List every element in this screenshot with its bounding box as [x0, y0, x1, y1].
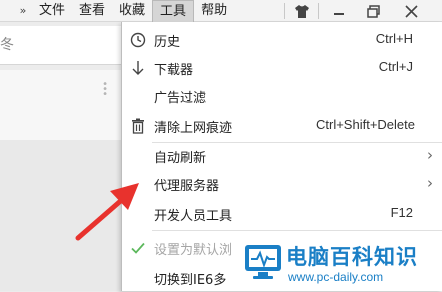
menu-tools[interactable]: 工具	[152, 0, 195, 22]
menu-favorites[interactable]: 收藏	[112, 0, 152, 22]
menubar-divider	[284, 3, 285, 19]
close-icon	[404, 4, 418, 18]
menu-item-label: 清除上网痕迹	[154, 121, 233, 136]
restore-button[interactable]	[358, 0, 388, 22]
monitor-logo-icon	[245, 245, 281, 279]
menu-item-shortcut: Ctrl+H	[375, 31, 413, 46]
submenu-chevron-icon: ›	[427, 174, 433, 192]
content-area	[0, 140, 122, 291]
clock-icon	[130, 32, 146, 48]
menu-item-clear-browsing-data[interactable]: 清除上网痕迹 Ctrl+Shift+Delete	[122, 112, 442, 140]
menu-file[interactable]: 文件	[32, 0, 72, 22]
address-bar-text: 冬	[0, 37, 14, 53]
menu-item-ad-filter[interactable]: 广告过滤	[122, 82, 442, 110]
minimize-button[interactable]	[324, 0, 354, 22]
watermark-title: 电脑百科知识	[286, 245, 418, 269]
window-controls-divider	[318, 3, 319, 19]
menu-help[interactable]: 帮助	[194, 0, 234, 22]
skin-button[interactable]	[287, 0, 317, 22]
menu-item-proxy-server[interactable]: 代理服务器 ›	[122, 170, 442, 198]
menu-overflow-icon[interactable]: »	[14, 4, 32, 17]
menu-item-shortcut: Ctrl+J	[378, 59, 413, 74]
submenu-chevron-icon: ›	[427, 146, 433, 164]
address-bar[interactable]: 冬	[0, 26, 122, 65]
trash-icon	[130, 118, 146, 134]
menu-view[interactable]: 查看	[72, 0, 112, 22]
more-options-icon[interactable]: • • •	[102, 80, 108, 100]
menu-item-downloads[interactable]: 下载器 Ctrl+J	[122, 54, 442, 82]
tshirt-icon	[295, 4, 309, 18]
watermark-url: www.pc-daily.com	[288, 270, 384, 284]
menu-item-history[interactable]: 历史 Ctrl+H	[122, 26, 442, 54]
restore-icon	[366, 4, 380, 18]
menu-item-label: 切换到IE6多	[154, 273, 227, 288]
menu-item-label: 历史	[154, 35, 181, 50]
download-arrow-icon	[130, 60, 146, 76]
menu-item-shortcut: F12	[390, 205, 413, 220]
checkmark-icon	[130, 240, 146, 256]
menu-item-label: 设置为默认浏	[154, 243, 233, 258]
menu-item-auto-refresh[interactable]: 自动刷新 ›	[122, 142, 442, 170]
watermark: 电脑百科知识 www.pc-daily.com	[240, 237, 442, 291]
menu-item-label: 自动刷新	[154, 151, 207, 166]
close-button[interactable]	[396, 0, 426, 22]
menu-item-label: 代理服务器	[154, 179, 220, 194]
sidebar-panel: • • •	[0, 70, 122, 140]
menu-item-label: 下载器	[154, 63, 194, 78]
menu-item-label: 广告过滤	[154, 91, 207, 106]
menu-item-label: 开发人员工具	[154, 209, 233, 224]
menu-item-shortcut: Ctrl+Shift+Delete	[316, 117, 415, 132]
minimize-icon	[334, 13, 344, 15]
menu-separator	[152, 230, 442, 231]
menu-item-developer-tools[interactable]: 开发人员工具 F12	[122, 200, 442, 228]
